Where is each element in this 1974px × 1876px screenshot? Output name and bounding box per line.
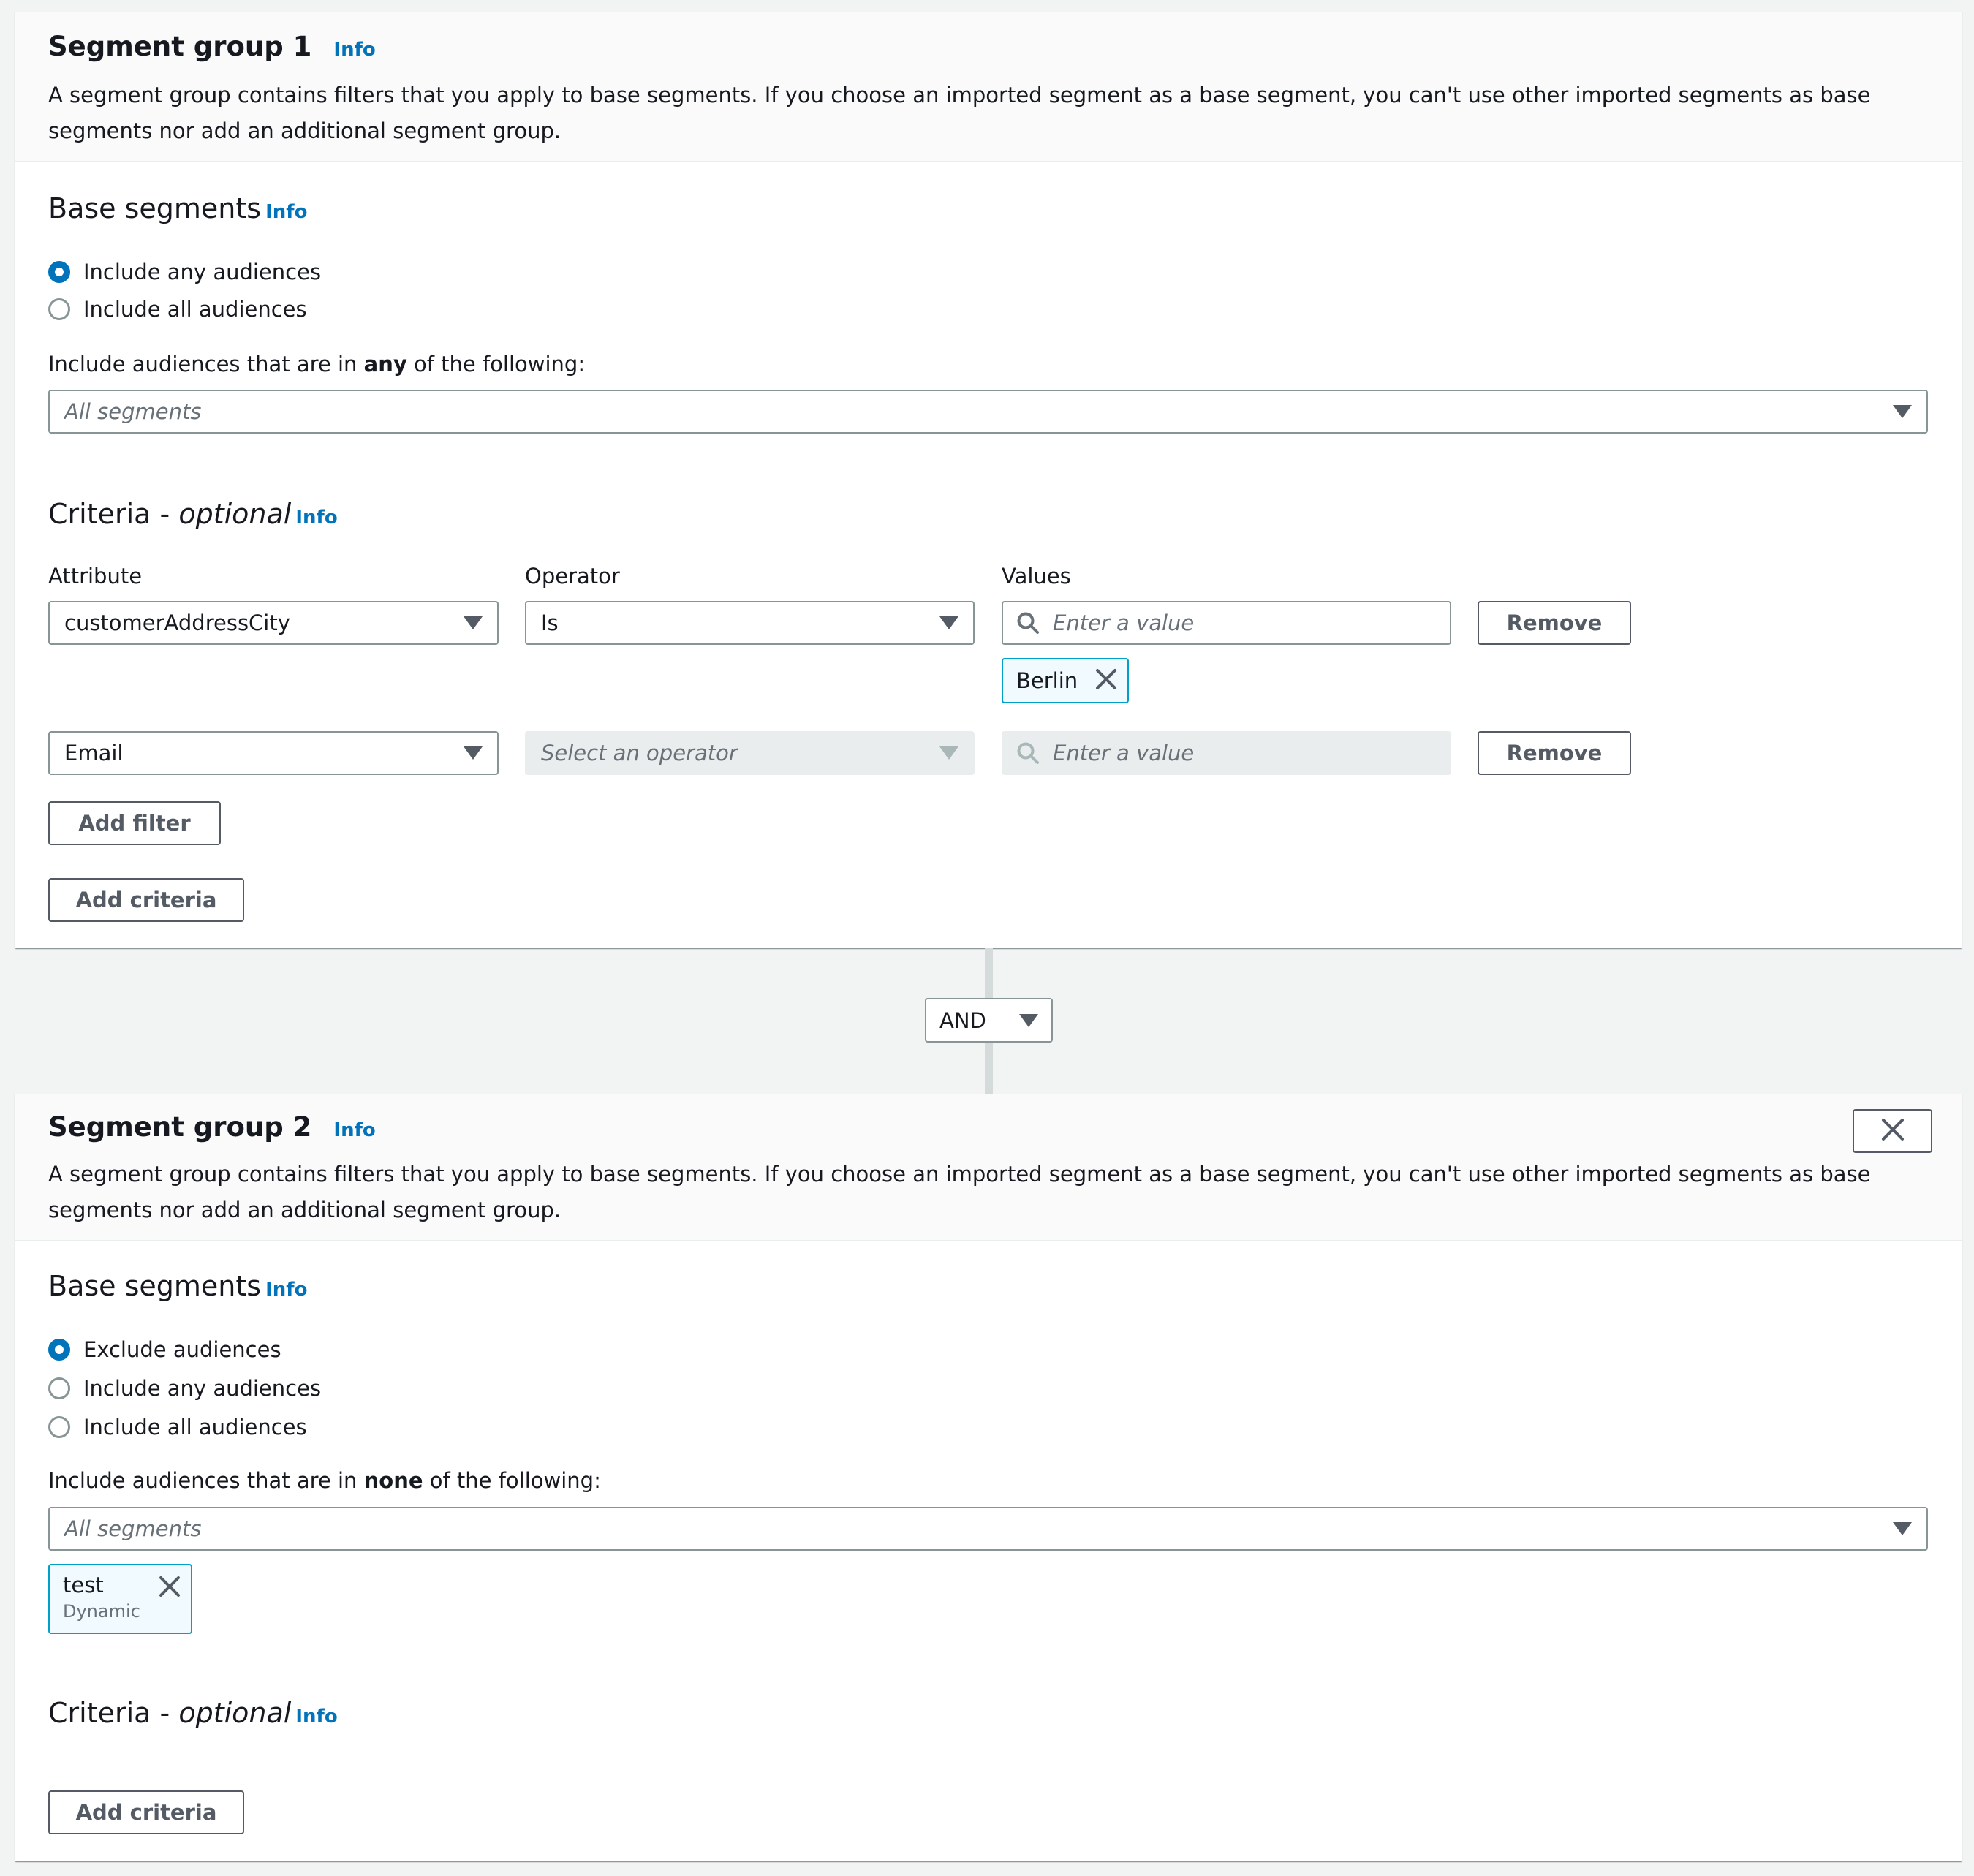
operator-value: Is [541,610,559,635]
attribute-select[interactable]: Email [48,731,499,775]
radio-exclude-audiences[interactable]: Exclude audiences [48,1334,281,1366]
radio-label: Include any audiences [83,260,322,284]
radio-label: Include any audiences [83,1376,322,1401]
label-bold: none [363,1468,423,1493]
segment-group-1: Segment group 1 Info A segment group con… [15,12,1962,948]
segment-group-description: A segment group contains filters that yo… [48,83,1871,143]
base-segments-title: Base segments [48,1270,262,1302]
base-segments-heading: Base segments Info [48,192,307,229]
remove-filter-button[interactable]: Remove [1478,601,1631,645]
info-link[interactable]: Info [265,201,307,223]
operator-select[interactable]: Select an operator [525,731,975,775]
segments-select[interactable]: All segments [48,1507,1928,1551]
group-operator-value: AND [939,1007,986,1033]
criteria-heading: Criteria - optional Info [48,1696,338,1733]
segment-token: test Dynamic [48,1564,192,1634]
radio-button[interactable] [48,1416,70,1438]
search-icon [1016,741,1040,765]
operator-column-label: Operator [525,564,620,589]
add-criteria-button[interactable]: Add criteria [48,878,244,922]
attribute-select[interactable]: customerAddressCity [48,601,499,645]
segment-group-title: Segment group 1 [48,31,312,62]
caret-down-icon [1893,1522,1912,1535]
radio-include-any-audiences[interactable]: Include any audiences [48,256,321,288]
attribute-value: customerAddressCity [64,610,290,635]
criteria-heading: Criteria - optional Info [48,497,338,534]
remove-filter-button[interactable]: Remove [1478,731,1631,775]
segments-select-placeholder: All segments [64,399,202,424]
segments-field-label: Include audiences that are in any of the… [48,349,585,379]
remove-group-button[interactable] [1853,1109,1932,1153]
label-bold: any [363,352,407,377]
label-prefix: Include audiences that are in [48,352,364,377]
criteria-optional: optional [178,498,292,530]
radio-button-checked[interactable] [48,261,70,283]
add-filter-button[interactable]: Add filter [48,801,221,845]
criteria-title: Criteria - [48,498,179,530]
segment-group-2-header: Segment group 2 Info A segment group con… [15,1094,1962,1241]
dismiss-token-icon[interactable] [159,1576,181,1600]
radio-label: Exclude audiences [83,1337,281,1362]
radio-include-all-audiences[interactable]: Include all audiences [48,1411,307,1443]
values-placeholder: Enter a value [1053,741,1195,765]
criteria-optional: optional [178,1697,292,1729]
caret-down-icon [939,616,958,629]
dismiss-token-icon[interactable] [1095,668,1117,693]
radio-label: Include all audiences [83,1415,307,1440]
segments-field-label: Include audiences that are in none of th… [48,1466,601,1495]
radio-include-any-audiences[interactable]: Include any audiences [48,1372,321,1404]
values-placeholder: Enter a value [1053,610,1195,635]
operator-select[interactable]: Is [525,601,975,645]
info-link[interactable]: Info [333,1119,375,1141]
radio-button-checked[interactable] [48,1339,70,1361]
radio-include-all-audiences[interactable]: Include all audiences [48,293,307,325]
base-segments-title: Base segments [48,192,262,224]
segments-select-placeholder: All segments [64,1516,202,1541]
criteria-title: Criteria - [48,1697,179,1729]
info-link[interactable]: Info [265,1279,307,1301]
info-link[interactable]: Info [333,39,375,61]
caret-down-icon [939,746,958,760]
value-token: Berlin [1002,658,1129,703]
caret-down-icon [464,616,483,629]
group-operator-select[interactable]: AND [925,998,1053,1043]
info-link[interactable]: Info [295,507,337,529]
close-icon [1880,1117,1905,1145]
segment-group-description: A segment group contains filters that yo… [48,1162,1871,1222]
add-criteria-button[interactable]: Add criteria [48,1790,244,1834]
info-link[interactable]: Info [295,1706,337,1728]
token-label: Berlin [1016,668,1078,693]
attribute-value: Email [64,741,124,765]
segment-group-title: Segment group 2 [48,1111,312,1143]
caret-down-icon [1019,1013,1038,1027]
label-suffix: of the following: [423,1468,601,1493]
segment-token-type: Dynamic [63,1601,140,1622]
label-suffix: of the following: [406,352,586,377]
segments-select[interactable]: All segments [48,390,1928,434]
base-segments-heading: Base segments Info [48,1269,307,1306]
radio-button[interactable] [48,298,70,320]
caret-down-icon [464,746,483,760]
attribute-column-label: Attribute [48,564,143,589]
segment-group-1-header: Segment group 1 Info A segment group con… [15,12,1962,162]
values-search-input[interactable]: Enter a value [1002,731,1451,775]
values-column-label: Values [1002,564,1071,589]
segment-token-body: test Dynamic [63,1571,159,1624]
radio-button[interactable] [48,1377,70,1399]
search-icon [1016,611,1040,635]
segment-token-name: test [63,1573,104,1597]
radio-label: Include all audiences [83,297,307,322]
label-prefix: Include audiences that are in [48,1468,364,1493]
caret-down-icon [1893,405,1912,418]
operator-placeholder: Select an operator [541,741,738,765]
values-search-input[interactable]: Enter a value [1002,601,1451,645]
segment-group-2: Segment group 2 Info A segment group con… [15,1094,1962,1861]
